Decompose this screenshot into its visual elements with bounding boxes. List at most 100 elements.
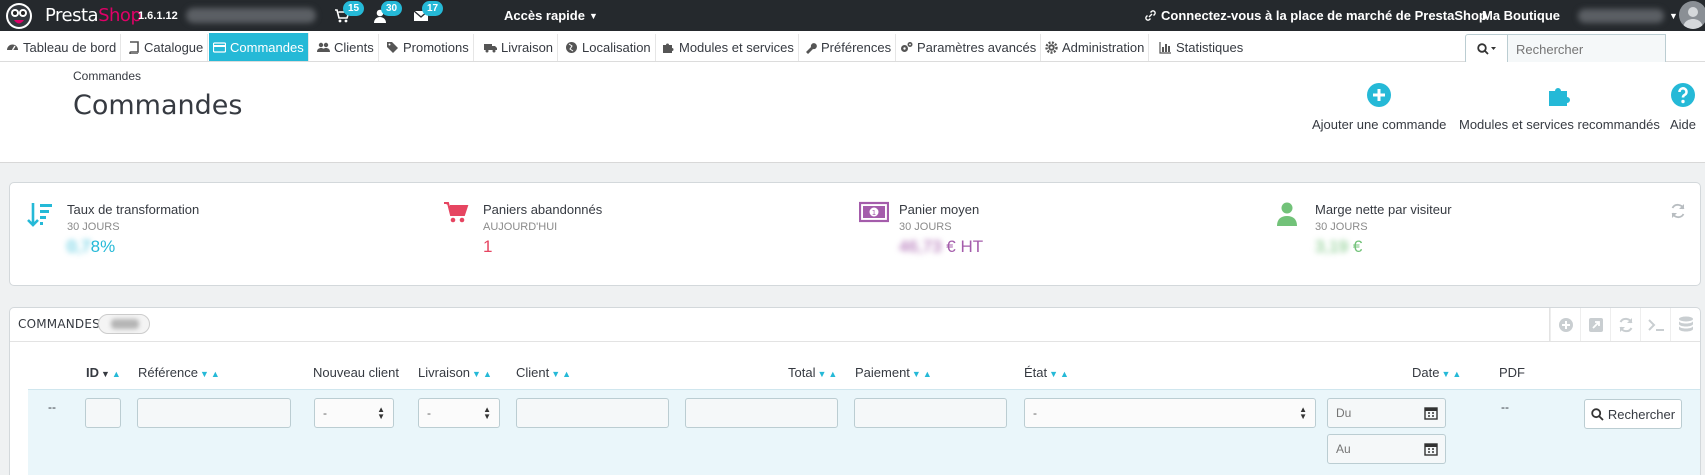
nav-item-statistics[interactable]: Statistiques xyxy=(1155,34,1247,61)
my-shop-link[interactable]: Ma Boutique xyxy=(1482,0,1560,31)
add-new-tool[interactable] xyxy=(1550,308,1580,341)
sql-query-tool[interactable] xyxy=(1640,308,1670,341)
sort-desc-icon[interactable]: ▼ xyxy=(101,369,110,379)
nav-item-localization[interactable]: Localisation xyxy=(561,34,656,61)
employee-name-redacted[interactable] xyxy=(1578,9,1664,23)
notification-badge: 30 xyxy=(381,1,403,16)
filter-status-select[interactable]: - ▲ ▼ xyxy=(1024,398,1316,428)
column-header-reference[interactable]: Référence ▼ ▲ xyxy=(138,365,220,380)
sort-desc-icon[interactable]: ▼ xyxy=(200,369,209,379)
nav-item-advanced-parameters[interactable]: Paramètres avancés xyxy=(896,34,1042,61)
bar-chart-icon xyxy=(1159,42,1171,54)
sort-asc-icon[interactable]: ▲ xyxy=(211,369,220,379)
messages-notification[interactable]: 17 xyxy=(406,0,444,31)
search-icon xyxy=(1476,43,1496,55)
sort-asc-icon[interactable]: ▲ xyxy=(923,369,932,379)
filter-reference-input[interactable] xyxy=(137,398,291,428)
quick-access-menu[interactable]: Accès rapide ▼ xyxy=(504,0,598,31)
panel-toolbar xyxy=(1549,308,1700,341)
customers-notification[interactable]: 30 xyxy=(365,0,403,31)
nav-item-shipping[interactable]: Livraison xyxy=(480,34,559,61)
nav-item-customers[interactable]: Clients xyxy=(313,34,379,61)
column-label: Référence xyxy=(138,365,198,380)
column-header-total[interactable]: Total ▼ ▲ xyxy=(788,365,837,380)
marketplace-link[interactable]: Connectez-vous à la place de marché de P… xyxy=(1144,0,1487,31)
kpi-row: Taux de transformation 30 JOURS 0,78% Pa… xyxy=(9,182,1701,286)
sort-asc-icon[interactable]: ▲ xyxy=(483,369,492,379)
breadcrumb[interactable]: Commandes xyxy=(73,69,141,83)
globe-icon xyxy=(566,42,577,53)
sort-desc-icon[interactable]: ▼ xyxy=(1441,369,1450,379)
filter-new-customer-select[interactable]: - ▲ ▼ xyxy=(314,398,394,428)
orders-notification[interactable]: 15 xyxy=(327,0,365,31)
page-title: Commandes xyxy=(73,90,243,121)
nav-item-label: Commandes xyxy=(230,39,304,55)
sort-asc-icon[interactable]: ▲ xyxy=(562,369,571,379)
plus-circle-icon xyxy=(1367,83,1392,107)
avatar[interactable] xyxy=(1679,1,1705,29)
export-tool[interactable] xyxy=(1580,308,1610,341)
select-arrows-icon: ▲ ▼ xyxy=(377,405,385,421)
column-header-status[interactable]: État ▼ ▲ xyxy=(1024,365,1069,380)
refresh-list-tool[interactable] xyxy=(1610,308,1640,341)
toolbar-label: Ajouter une commande xyxy=(1312,117,1447,132)
filter-row: -- - ▲▼ - ▲▼ - ▲▼ -- Rechercher xyxy=(28,389,1700,475)
sort-asc-icon[interactable]: ▲ xyxy=(1060,369,1069,379)
chain-icon xyxy=(1145,10,1156,21)
column-header-payment[interactable]: Paiement ▼ ▲ xyxy=(855,365,932,380)
tag-icon xyxy=(387,42,398,53)
sort-desc-icon[interactable]: ▼ xyxy=(472,369,481,379)
sort-asc-icon[interactable]: ▲ xyxy=(828,369,837,379)
column-label: Total xyxy=(788,365,816,380)
nav-item-dashboard[interactable]: Tableau de bord xyxy=(2,34,122,61)
sort-desc-icon[interactable]: ▼ xyxy=(1049,369,1058,379)
puzzle-icon xyxy=(663,43,674,53)
kpi-value: 46,73 € HT xyxy=(899,237,984,256)
nav-item-preferences[interactable]: Préférences xyxy=(800,34,897,61)
nav-item-modules[interactable]: Modules et services xyxy=(658,34,799,61)
nav-item-orders[interactable]: Commandes xyxy=(209,33,309,61)
nav-item-label: Livraison xyxy=(501,40,554,55)
column-label: Paiement xyxy=(855,365,910,380)
notification-badge: 15 xyxy=(343,1,365,16)
nav-item-catalog[interactable]: Catalogue xyxy=(123,34,209,61)
prestashop-logo[interactable] xyxy=(2,0,36,31)
filter-dash: -- xyxy=(48,400,56,414)
nav-item-administration[interactable]: Administration xyxy=(1041,34,1150,61)
refresh-kpi-button[interactable] xyxy=(1670,203,1686,222)
caret-down-icon[interactable]: ▼ xyxy=(1669,0,1678,31)
column-header-date[interactable]: Date ▼ ▲ xyxy=(1412,365,1461,380)
sort-desc-icon[interactable]: ▼ xyxy=(817,369,826,379)
help-button[interactable]: Aide xyxy=(1670,82,1696,132)
date-to-calendar-button[interactable] xyxy=(1416,434,1446,464)
sort-asc-icon[interactable]: ▲ xyxy=(1452,369,1461,379)
filter-id-input[interactable] xyxy=(85,398,121,428)
recommended-modules-button[interactable]: Modules et services recommandés xyxy=(1459,82,1660,132)
sql-manager-tool[interactable] xyxy=(1670,308,1700,341)
column-header-id[interactable]: ID ▼ ▲ xyxy=(86,365,121,380)
cogs-icon xyxy=(901,42,913,52)
filter-customer-input[interactable] xyxy=(516,398,669,428)
sort-desc-icon[interactable]: ▼ xyxy=(912,369,921,379)
filter-payment-input[interactable] xyxy=(854,398,1007,428)
filter-date-to-input[interactable] xyxy=(1327,434,1418,464)
quick-access-label: Accès rapide xyxy=(504,8,585,23)
refresh-icon xyxy=(1671,203,1685,219)
filter-date-from-input[interactable] xyxy=(1327,398,1418,428)
search-button[interactable]: Rechercher xyxy=(1584,399,1682,429)
date-from-calendar-button[interactable] xyxy=(1416,398,1446,428)
filter-delivery-select[interactable]: - ▲ ▼ xyxy=(418,398,500,428)
add-order-button[interactable]: Ajouter une commande xyxy=(1312,82,1446,132)
sort-asc-icon[interactable]: ▲ xyxy=(112,369,121,379)
brand-name[interactable]: Presta Shop xyxy=(45,0,142,31)
search-type-button[interactable] xyxy=(1465,34,1508,64)
nav-item-label: Statistiques xyxy=(1176,40,1244,55)
filter-total-input[interactable] xyxy=(685,398,838,428)
nav-item-promotions[interactable]: Promotions xyxy=(382,34,474,61)
sort-desc-icon[interactable]: ▼ xyxy=(551,369,560,379)
caret-down-icon: ▼ xyxy=(588,10,598,21)
column-header-customer[interactable]: Client ▼ ▲ xyxy=(516,365,571,380)
search-input[interactable] xyxy=(1508,34,1666,64)
column-header-delivery[interactable]: Livraison ▼ ▲ xyxy=(418,365,492,380)
select-value: - xyxy=(323,406,327,420)
